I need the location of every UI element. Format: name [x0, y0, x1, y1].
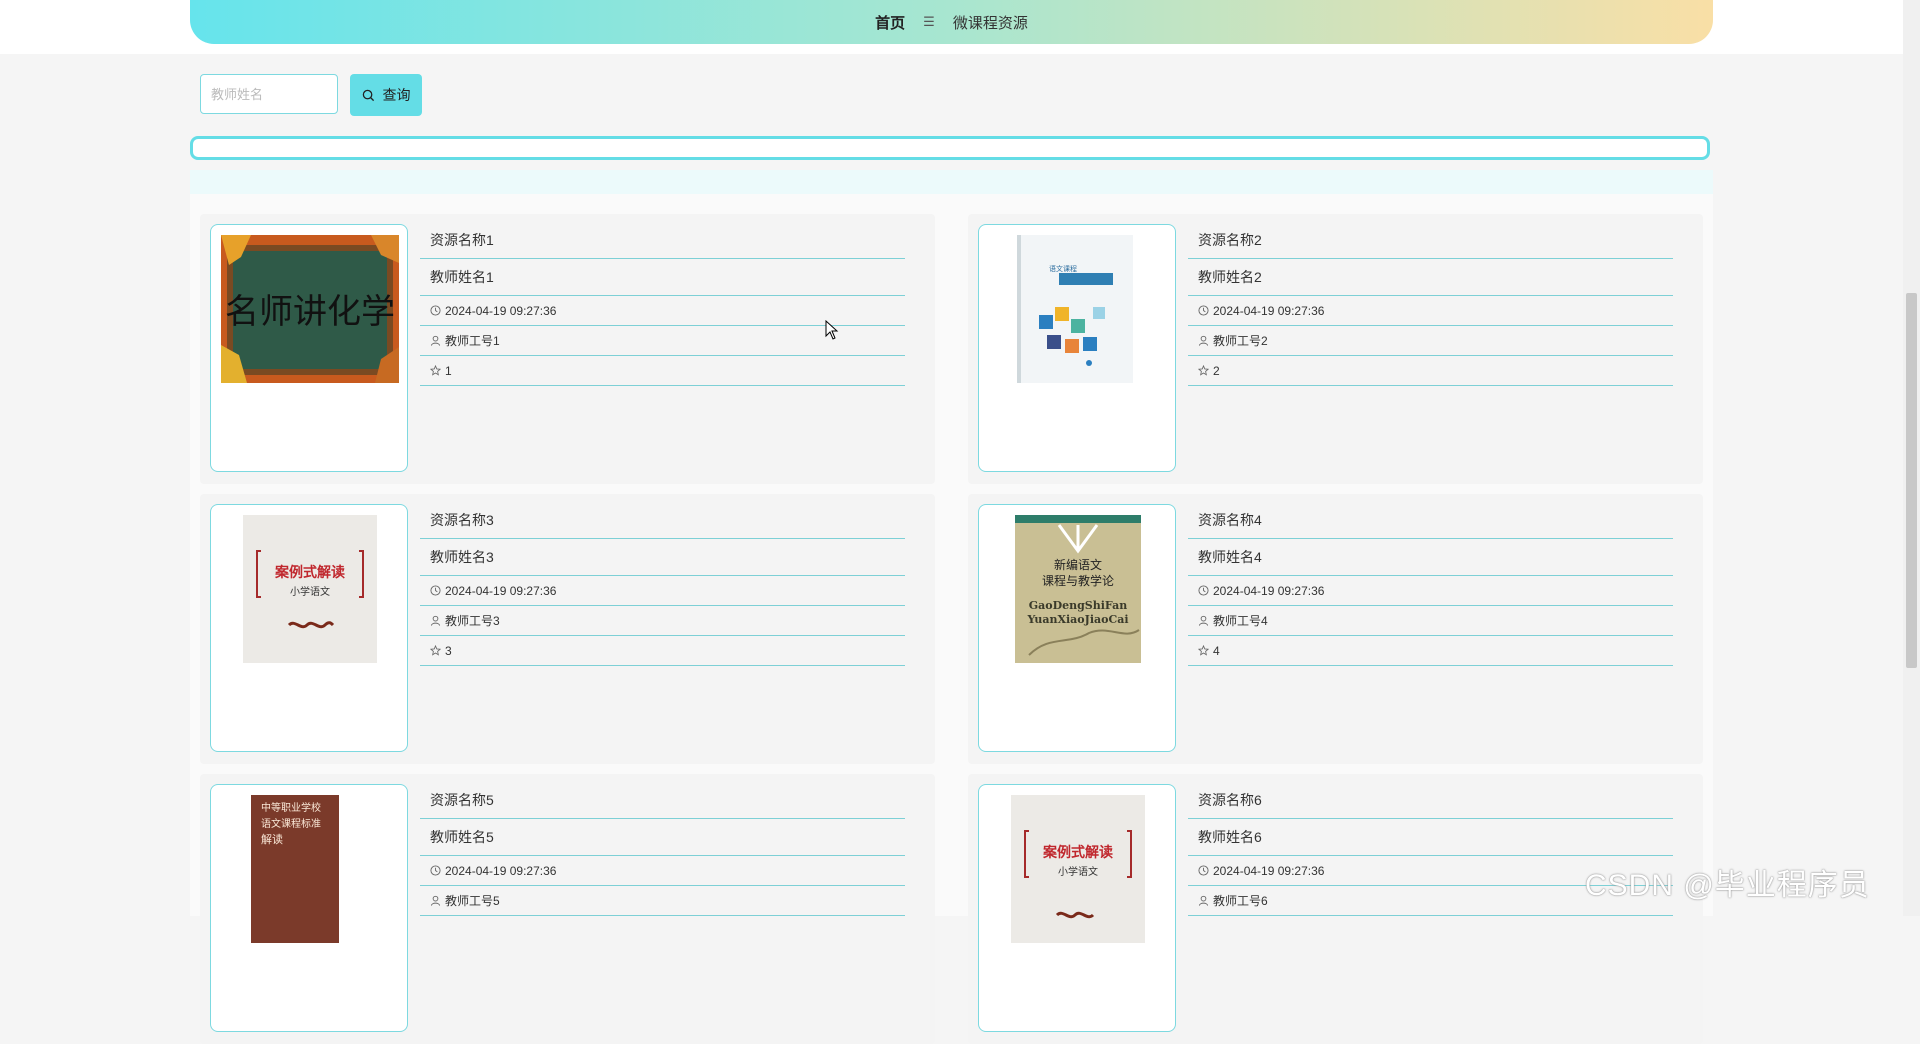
- teacher-id: 教师工号3: [420, 606, 905, 636]
- scrollbar-thumb[interactable]: [1906, 293, 1917, 668]
- resource-name[interactable]: 资源名称5: [420, 782, 905, 819]
- resource-card[interactable]: 语文课程 资源名称2 教师姓名2 2024-04-19 09:27:36 教师工…: [968, 214, 1703, 484]
- clock-icon: [430, 865, 441, 876]
- resource-name[interactable]: 资源名称1: [420, 222, 905, 259]
- favorite-count: 1: [420, 356, 905, 386]
- cover-image: 案例式解读 小学语文: [221, 515, 399, 663]
- menu-icon: ☰: [923, 14, 935, 29]
- publish-time: 2024-04-19 09:27:36: [1188, 296, 1673, 326]
- svg-text:小学语文: 小学语文: [290, 585, 330, 598]
- star-icon: [430, 365, 441, 376]
- star-icon: [1198, 365, 1209, 376]
- favorite-count: 3: [420, 636, 905, 666]
- teacher-name: 教师姓名1: [420, 259, 905, 296]
- resource-cover[interactable]: 语文课程: [978, 224, 1176, 472]
- publish-time: 2024-04-19 09:27:36: [420, 576, 905, 606]
- teacher-name: 教师姓名4: [1188, 539, 1673, 576]
- svg-text:课程与教学论: 课程与教学论: [1042, 573, 1114, 588]
- teacher-name: 教师姓名2: [1188, 259, 1673, 296]
- banner-frame: [190, 136, 1710, 160]
- clock-icon: [1198, 585, 1209, 596]
- resource-cover[interactable]: 新编语文 课程与教学论 GaoDengShiFan YuanXiaoJiaoCa…: [978, 504, 1176, 752]
- resource-card[interactable]: 中等职业学校 语文课程标准 解读 资源名称5 教师姓名5 2024-04-19 …: [200, 774, 935, 1044]
- svg-text:语文课程标准: 语文课程标准: [261, 817, 321, 830]
- top-navbar: 首页 ☰ 微课程资源: [190, 0, 1713, 44]
- teacher-name: 教师姓名6: [1188, 819, 1673, 856]
- section-strip: [190, 170, 1713, 194]
- mouse-cursor-icon: [825, 320, 839, 340]
- clock-icon: [1198, 865, 1209, 876]
- svg-text:YuanXiaoJiaoCai: YuanXiaoJiaoCai: [1026, 613, 1128, 626]
- svg-text:GaoDengShiFan: GaoDengShiFan: [1029, 599, 1128, 612]
- resource-cover[interactable]: 案例式解读 小学语文: [210, 504, 408, 752]
- search-button-label: 查询: [382, 87, 411, 103]
- publish-time: 2024-04-19 09:27:36: [420, 856, 905, 886]
- resource-name[interactable]: 资源名称2: [1188, 222, 1673, 259]
- star-icon: [1198, 645, 1209, 656]
- svg-text:案例式解读: 案例式解读: [1042, 844, 1113, 861]
- svg-text:案例式解读: 案例式解读: [274, 564, 345, 581]
- user-icon: [1198, 895, 1209, 906]
- teacher-name: 教师姓名3: [420, 539, 905, 576]
- teacher-id: 教师工号4: [1188, 606, 1673, 636]
- teacher-id: 教师工号5: [420, 886, 905, 916]
- resource-list: 名师讲化学 资源名称1 教师姓名1 2024-04-19 09:27:36 教师…: [190, 194, 1713, 1044]
- user-icon: [430, 615, 441, 626]
- cover-image: 语文课程: [989, 235, 1167, 383]
- user-icon: [1198, 615, 1209, 626]
- resource-card[interactable]: 新编语文 课程与教学论 GaoDengShiFan YuanXiaoJiaoCa…: [968, 494, 1703, 764]
- resource-name[interactable]: 资源名称6: [1188, 782, 1673, 819]
- star-icon: [430, 645, 441, 656]
- teacher-name-search-input[interactable]: [200, 74, 338, 114]
- clock-icon: [430, 305, 441, 316]
- svg-text:小学语文: 小学语文: [1058, 865, 1098, 878]
- resource-card[interactable]: 名师讲化学 资源名称1 教师姓名1 2024-04-19 09:27:36 教师…: [200, 214, 935, 484]
- resource-name[interactable]: 资源名称4: [1188, 502, 1673, 539]
- svg-text:语文课程: 语文课程: [1049, 264, 1077, 273]
- cover-image: 案例式解读 小学语文: [989, 795, 1167, 943]
- search-icon: [362, 89, 374, 101]
- resource-name[interactable]: 资源名称3: [420, 502, 905, 539]
- resource-cover[interactable]: 中等职业学校 语文课程标准 解读: [210, 784, 408, 1032]
- clock-icon: [1198, 305, 1209, 316]
- resource-cover[interactable]: 案例式解读 小学语文: [978, 784, 1176, 1032]
- cover-image: 中等职业学校 语文课程标准 解读: [221, 795, 399, 943]
- cover-image: 名师讲化学: [221, 235, 399, 383]
- search-button[interactable]: 查询: [350, 74, 422, 116]
- user-icon: [1198, 335, 1209, 346]
- resource-card[interactable]: 案例式解读 小学语文 资源名称6 教师姓名6 2024-04-19 09:27:…: [968, 774, 1703, 1044]
- clock-icon: [430, 585, 441, 596]
- cover-image: 新编语文 课程与教学论 GaoDengShiFan YuanXiaoJiaoCa…: [989, 515, 1167, 663]
- svg-text:名师讲化学: 名师讲化学: [225, 292, 395, 332]
- nav-resources-link[interactable]: 微课程资源: [953, 12, 1028, 33]
- resource-card[interactable]: 案例式解读 小学语文 资源名称3 教师姓名3 2024-04-19 09:27:…: [200, 494, 935, 764]
- svg-text:中等职业学校: 中等职业学校: [261, 801, 321, 814]
- nav-home-link[interactable]: 首页: [875, 12, 905, 33]
- favorite-count: 4: [1188, 636, 1673, 666]
- favorite-count: 2: [1188, 356, 1673, 386]
- svg-text:新编语文: 新编语文: [1054, 557, 1102, 572]
- user-icon: [430, 895, 441, 906]
- resource-cover[interactable]: 名师讲化学: [210, 224, 408, 472]
- watermark: CSDN @毕业程序员: [1585, 869, 1870, 902]
- user-icon: [430, 335, 441, 346]
- teacher-name: 教师姓名5: [420, 819, 905, 856]
- publish-time: 2024-04-19 09:27:36: [1188, 576, 1673, 606]
- teacher-id: 教师工号2: [1188, 326, 1673, 356]
- svg-text:解读: 解读: [261, 832, 283, 846]
